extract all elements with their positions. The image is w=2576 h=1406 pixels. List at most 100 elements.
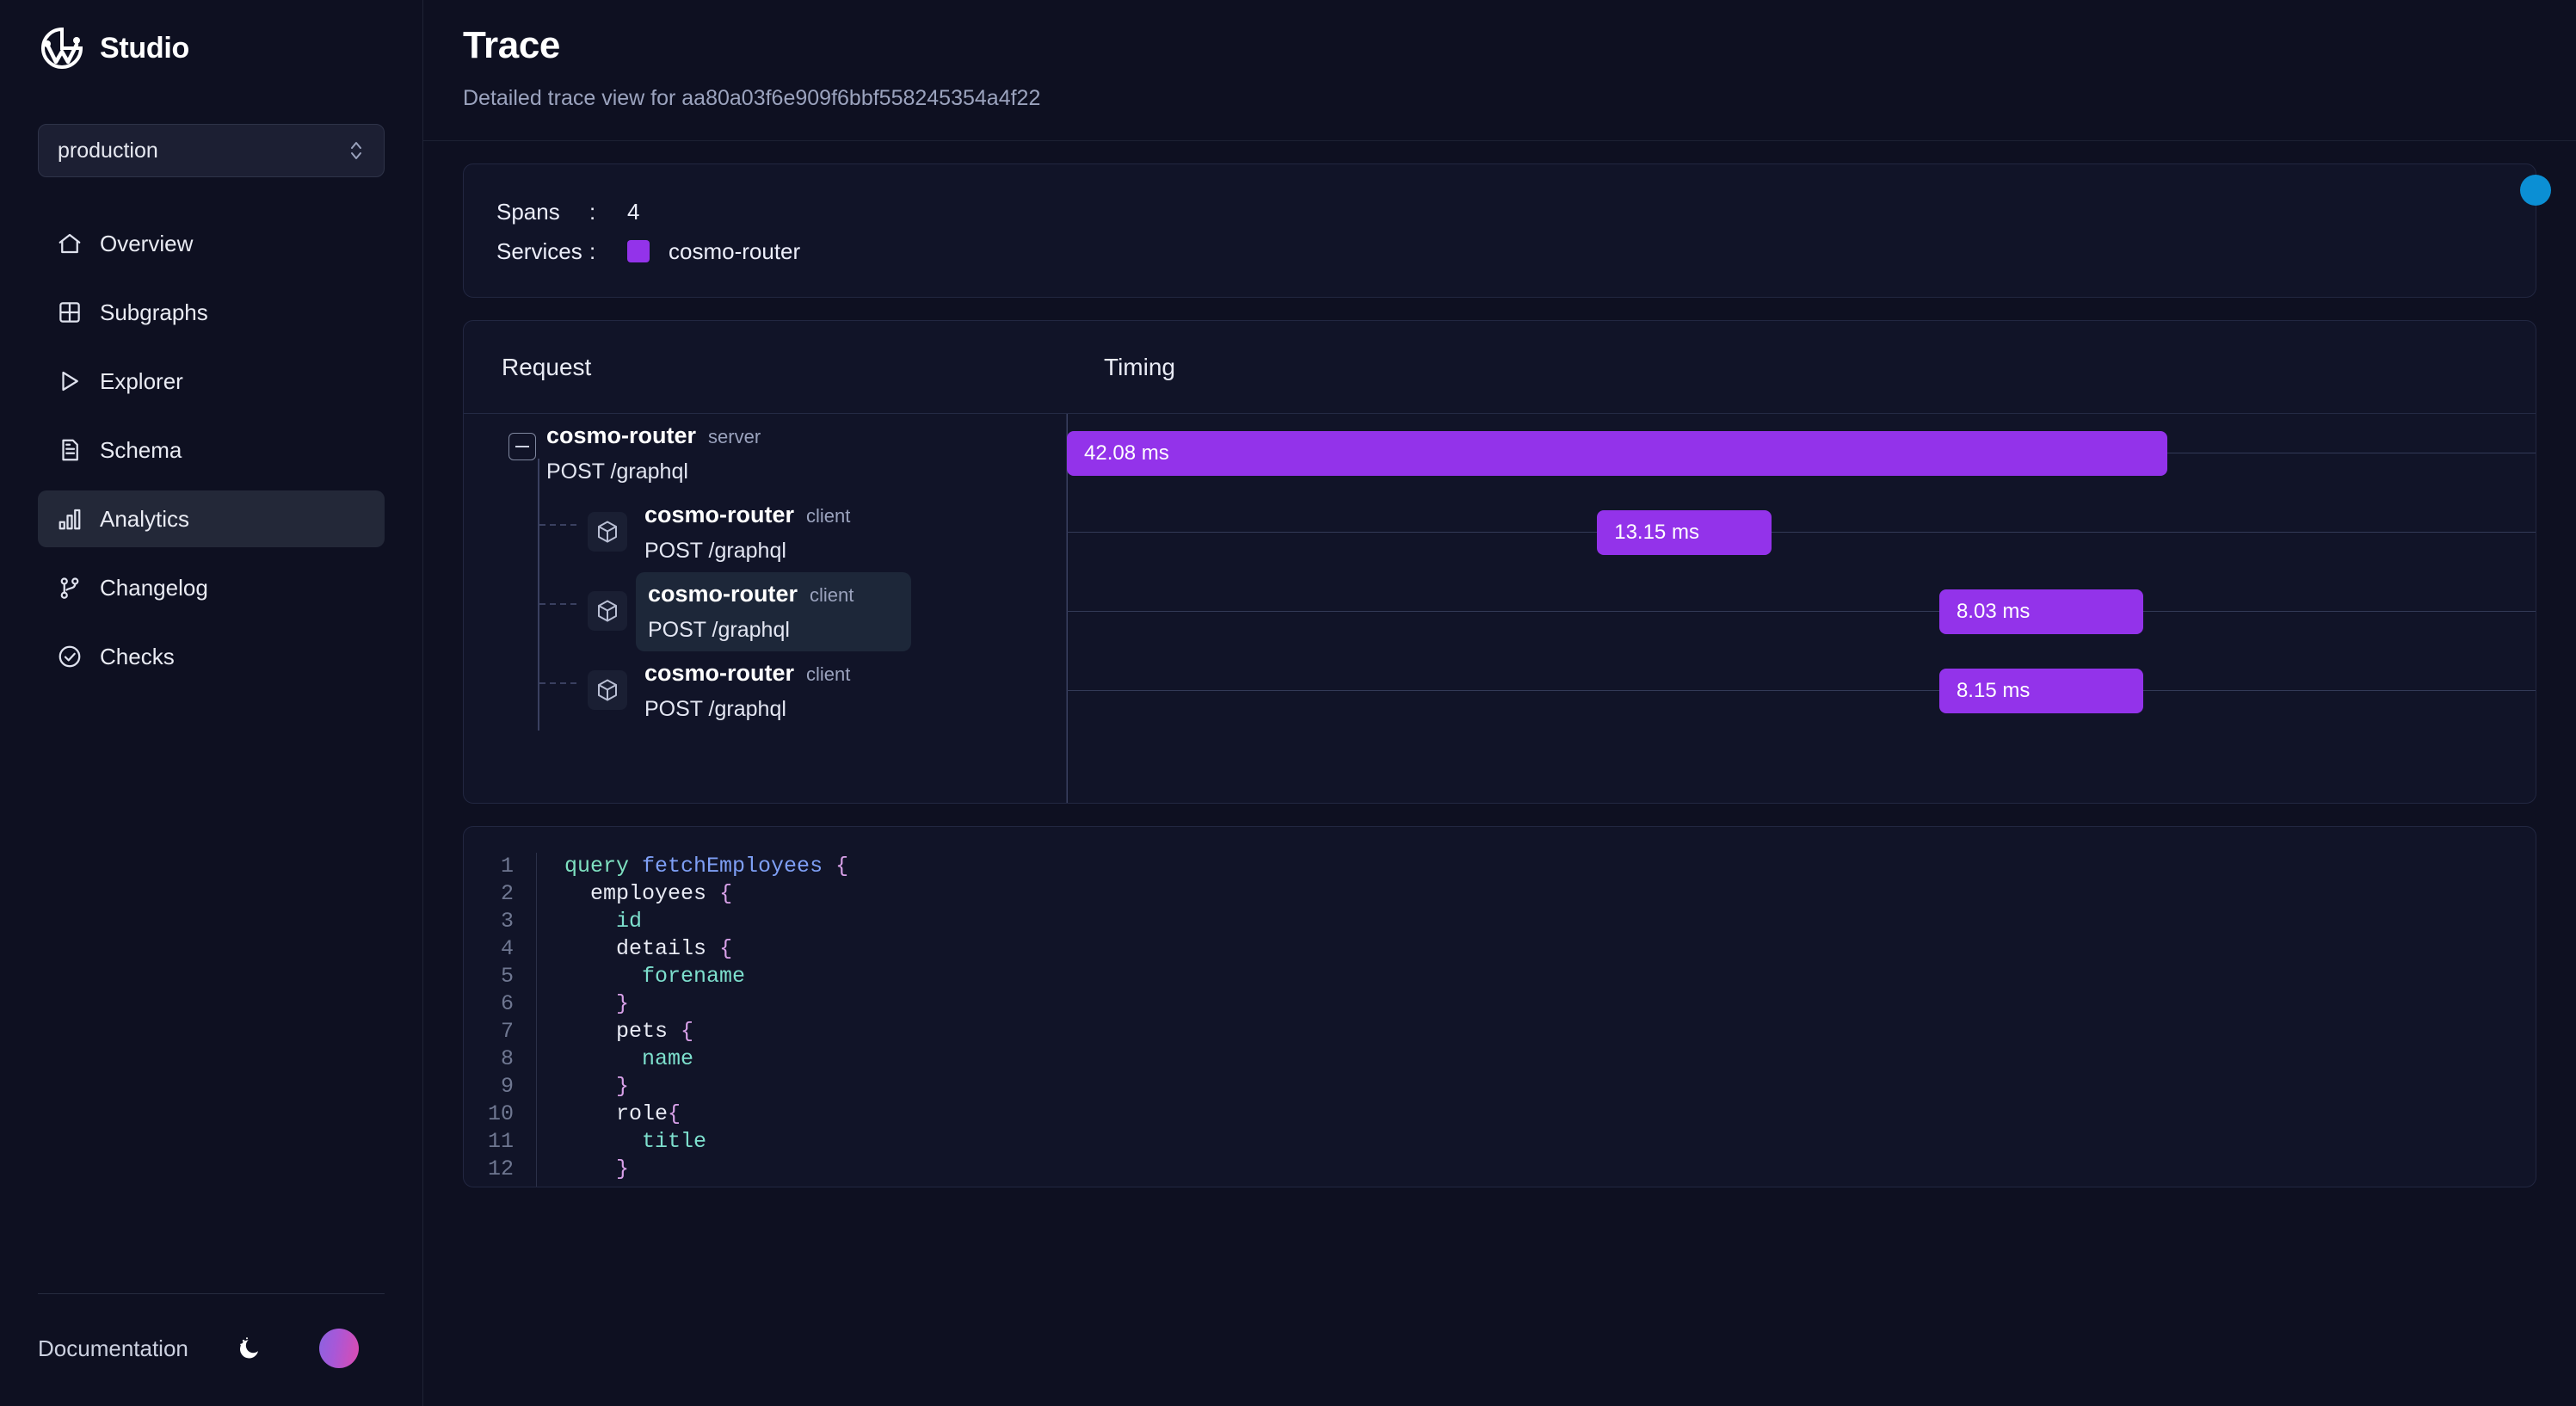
check-circle-icon [57, 644, 83, 669]
sidebar-item-subgraphs[interactable]: Subgraphs [38, 284, 385, 341]
line-number: 8 [500, 1046, 514, 1071]
duration-label: 13.15 ms [1614, 521, 1699, 544]
sidebar-item-label: Overview [100, 230, 194, 256]
line-number: 12 [487, 1156, 514, 1181]
service-name: cosmo-router [669, 237, 801, 264]
services-label: Services [496, 237, 582, 264]
bar-chart-icon [57, 506, 83, 532]
code-line: pets { [616, 1019, 694, 1044]
duration-label: 8.03 ms [1956, 600, 2031, 623]
trace-summary-card: Spans : 4 Services : cosmo-router [463, 163, 2551, 298]
spans-value: 4 [627, 198, 640, 225]
play-icon [57, 368, 83, 394]
git-branch-icon [57, 575, 83, 601]
service-color-swatch [627, 240, 650, 262]
span-kind: client [806, 663, 851, 685]
duration-label: 42.08 ms [1084, 441, 1169, 465]
moon-icon[interactable] [235, 1334, 264, 1363]
timing-guide-line [1067, 690, 2536, 691]
span-operation: POST /graphql [644, 697, 786, 721]
table-row[interactable]: cosmo-router client POST /graphql [464, 572, 1066, 651]
line-number: 9 [500, 1074, 514, 1099]
code-line: } [616, 991, 630, 1016]
column-header-request: Request [502, 353, 592, 380]
table-row[interactable]: cosmo-router client POST /graphql [464, 651, 1066, 731]
duration-bar[interactable]: 13.15 ms [1597, 510, 1772, 555]
brand[interactable]: Studio [0, 0, 422, 71]
sidebar-item-label: Analytics [100, 505, 190, 532]
table-row[interactable]: cosmo-router client POST /graphql [464, 493, 1066, 572]
cube-icon [588, 670, 627, 710]
code-line: name [642, 1046, 694, 1071]
sidebar-nav: Overview Subgraphs Explorer Schema Analy… [0, 215, 422, 685]
separator: : [589, 198, 596, 225]
span-service: cosmo-router [644, 502, 795, 527]
timing-row: 13.15 ms [1067, 493, 2536, 572]
graphql-code[interactable]: query fetchEmployees { employees { id de… [537, 853, 848, 1187]
code-line: } [616, 1074, 630, 1099]
column-header-timing: Timing [1104, 353, 1175, 380]
span-service: cosmo-router [546, 422, 697, 448]
request-column: cosmo-router server POST /graphql cosmo-… [464, 414, 1066, 803]
grid-icon [57, 299, 83, 325]
timing-guide-line [1067, 611, 2536, 612]
services-row: Services : cosmo-router [496, 231, 2503, 271]
separator: : [589, 237, 596, 264]
code-line: id [616, 909, 643, 934]
timing-row: 8.03 ms [1067, 572, 2536, 651]
line-number: 1 [500, 854, 514, 879]
span-operation: POST /graphql [648, 618, 790, 642]
page-title: Trace [463, 24, 560, 66]
span-operation: POST /graphql [546, 459, 688, 484]
environment-select[interactable]: production [38, 124, 385, 177]
sidebar-item-overview[interactable]: Overview [38, 215, 385, 272]
spans-label: Spans [496, 198, 560, 225]
line-number: 3 [500, 909, 514, 934]
line-number: 6 [500, 991, 514, 1016]
line-number: 11 [487, 1129, 514, 1154]
sidebar-item-label: Checks [100, 643, 175, 669]
main-content: Trace Detailed trace view for aa80a03f6e… [423, 0, 2576, 1406]
environment-select-value: production [58, 138, 158, 163]
minus-square-icon[interactable] [508, 433, 536, 460]
app-root: Studio production Overview Subgraphs Exp… [0, 0, 2576, 1406]
line-number: 2 [500, 881, 514, 906]
code-line: employees { [590, 881, 733, 906]
divider [38, 1293, 385, 1294]
span-kind: client [810, 584, 854, 606]
cosmo-logo-icon [40, 26, 84, 71]
duration-bar[interactable]: 42.08 ms [1067, 431, 2167, 476]
span-kind: server [708, 426, 761, 447]
sidebar-item-label: Schema [100, 436, 182, 463]
spans-row: Spans : 4 [496, 192, 2503, 231]
code-line: query fetchEmployees { [564, 854, 849, 879]
page-header: Trace Detailed trace view for aa80a03f6e… [423, 0, 2576, 141]
cube-icon [588, 512, 627, 552]
duration-bar[interactable]: 8.15 ms [1938, 669, 2144, 713]
sidebar-footer: Documentation [0, 1293, 422, 1406]
trace-waterfall-card: Request Timing cosmo-router server POST … [463, 320, 2536, 804]
trace-table-body: cosmo-router server POST /graphql cosmo-… [464, 414, 2536, 803]
sidebar-item-changelog[interactable]: Changelog [38, 559, 385, 616]
timing-row: 8.15 ms [1067, 651, 2536, 731]
table-row[interactable]: cosmo-router server POST /graphql [464, 414, 1066, 493]
home-icon [57, 231, 83, 256]
sidebar-item-explorer[interactable]: Explorer [38, 353, 385, 410]
code-line: forename [642, 964, 746, 989]
duration-label: 8.15 ms [1956, 679, 2031, 702]
line-number: 4 [500, 936, 514, 961]
avatar[interactable] [318, 1329, 359, 1368]
line-number: 10 [487, 1101, 514, 1126]
sidebar-item-schema[interactable]: Schema [38, 422, 385, 478]
duration-bar[interactable]: 8.03 ms [1938, 589, 2144, 634]
page-subtitle: Detailed trace view for aa80a03f6e909f6b… [463, 86, 1041, 110]
documentation-link[interactable]: Documentation [38, 1335, 188, 1362]
sidebar-item-analytics[interactable]: Analytics [38, 490, 385, 547]
timing-guide-line [1067, 532, 2536, 533]
sidebar-item-checks[interactable]: Checks [38, 628, 385, 685]
status-dot[interactable] [2520, 175, 2551, 206]
span-service: cosmo-router [644, 660, 795, 686]
sidebar-item-label: Subgraphs [100, 299, 208, 325]
line-number-gutter: 1 2 3 4 5 6 7 8 9 10 11 12 13 14 [464, 853, 536, 1187]
content-area: Spans : 4 Services : cosmo-router Reques… [423, 141, 2576, 1187]
